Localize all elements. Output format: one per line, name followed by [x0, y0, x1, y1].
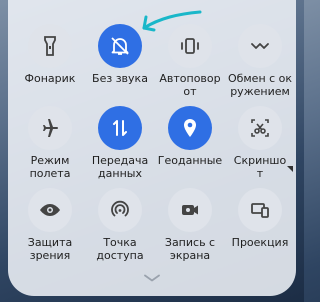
tile-nearby-share-label: Обмен с ок ружением — [227, 72, 293, 98]
tile-screenshot[interactable]: Скриншо т — [224, 106, 296, 182]
tile-airplane-label: Режим полета — [29, 154, 71, 180]
tile-autorotate[interactable]: Автоповор от — [154, 24, 226, 100]
bell-off-icon — [98, 24, 142, 68]
collapse-handle-icon[interactable] — [144, 274, 160, 282]
tile-cast[interactable]: Проекция — [224, 188, 296, 264]
screenshot-scissors-icon — [238, 106, 282, 150]
tile-mobile-data[interactable]: Передача данных — [84, 106, 156, 182]
tile-location-label: Геоданные — [157, 154, 223, 167]
tile-flashlight[interactable]: Фонарик — [14, 24, 86, 100]
tile-hotspot-label: Точка доступа — [96, 236, 144, 262]
expand-more-icon[interactable] — [287, 166, 293, 172]
tile-flashlight-label: Фонарик — [24, 72, 76, 85]
tile-location[interactable]: Геоданные — [154, 106, 226, 182]
airplane-icon — [28, 106, 72, 150]
location-pin-icon — [168, 106, 212, 150]
tile-eye-protection-label: Защита зрения — [27, 236, 73, 262]
tile-screen-record-label: Запись с экрана — [164, 236, 216, 262]
tile-silent[interactable]: Без звука — [84, 24, 156, 100]
tile-hotspot[interactable]: Точка доступа — [84, 188, 156, 264]
quick-settings-grid: Фонарик Без звука Автоповор от Обмен с о… — [8, 0, 296, 296]
hotspot-icon — [98, 188, 142, 232]
nearby-share-icon — [238, 24, 282, 68]
tile-screen-record[interactable]: Запись с экрана — [154, 188, 226, 264]
video-camera-icon — [168, 188, 212, 232]
cast-screen-icon — [238, 188, 282, 232]
tile-eye-protection[interactable]: Защита зрения — [14, 188, 86, 264]
tile-nearby-share[interactable]: Обмен с ок ружением — [224, 24, 296, 100]
tile-autorotate-label: Автоповор от — [159, 72, 221, 98]
tile-cast-label: Проекция — [231, 236, 289, 249]
annotation-arrow-icon — [142, 10, 202, 32]
flashlight-icon — [28, 24, 72, 68]
quick-settings-panel: Фонарик Без звука Автоповор от Обмен с о… — [8, 0, 296, 296]
data-transfer-icon — [98, 106, 142, 150]
tile-airplane[interactable]: Режим полета — [14, 106, 86, 182]
eye-icon — [28, 188, 72, 232]
tile-mobile-data-label: Передача данных — [91, 154, 149, 180]
tile-silent-label: Без звука — [92, 72, 148, 85]
